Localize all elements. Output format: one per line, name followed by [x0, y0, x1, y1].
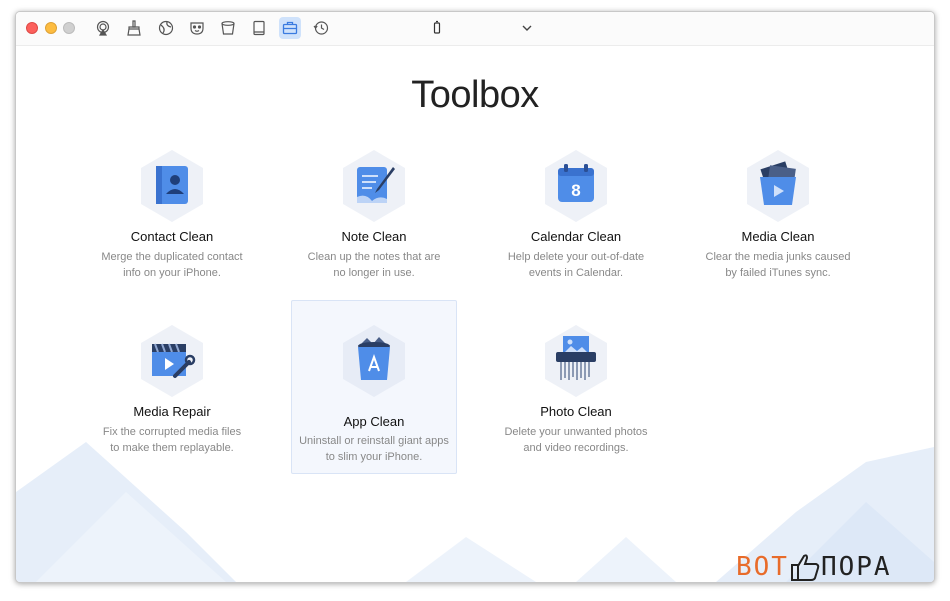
tool-description: Delete your unwanted photos and video re…	[497, 424, 655, 456]
globe-icon[interactable]	[155, 17, 177, 39]
watermark-part1: BOT	[736, 552, 789, 582]
maximize-window-button[interactable]	[63, 22, 75, 34]
tool-contact-clean[interactable]: Contact Clean Merge the duplicated conta…	[89, 149, 255, 321]
tool-photo-clean[interactable]: Photo Clean Delete your unwanted photos …	[493, 324, 659, 496]
thumbs-up-icon	[790, 554, 820, 581]
desc-line: Clean up the notes that are	[307, 251, 441, 263]
desc-line: to make them replayable.	[110, 442, 234, 454]
photo-shredder-icon	[545, 325, 607, 397]
tool-description: Uninstall or reinstall giant apps to sli…	[296, 433, 452, 465]
media-bin-icon	[747, 150, 809, 222]
tool-name: Photo Clean	[540, 404, 612, 419]
tool-description: Clean up the notes that are no longer in…	[295, 249, 453, 281]
broom-icon[interactable]	[123, 17, 145, 39]
phone-icon[interactable]	[426, 17, 448, 39]
tool-name: Contact Clean	[130, 229, 214, 244]
tool-name: Media Repair	[133, 404, 211, 419]
watermark: BOT ПОРА	[736, 552, 892, 582]
note-pen-icon	[343, 150, 405, 222]
tool-media-repair[interactable]: Media Repair Fix the corrupted media fil…	[89, 324, 255, 496]
desc-line: events in Calendar.	[528, 267, 624, 279]
watermark-part2: ПОРА	[820, 552, 892, 582]
desc-line: Help delete your out-of-date	[507, 251, 645, 263]
calendar-icon: 8	[545, 150, 607, 222]
tool-description: Fix the corrupted media files to make th…	[93, 424, 251, 456]
trash-icon[interactable]	[217, 17, 239, 39]
tool-name: Calendar Clean	[530, 229, 622, 244]
desc-line: no longer in use.	[333, 267, 415, 279]
tool-name: App Clean	[343, 414, 405, 429]
page-title: Toolbox	[411, 74, 539, 116]
tool-description: Merge the duplicated contact info on you…	[93, 249, 251, 281]
calendar-day: 8	[571, 181, 580, 200]
desc-line: Uninstall or reinstall giant apps	[299, 435, 449, 447]
desc-line: Fix the corrupted media files	[102, 426, 242, 438]
close-window-button[interactable]	[26, 22, 38, 34]
tool-description: Help delete your out-of-date events in C…	[497, 249, 655, 281]
contact-book-icon	[141, 150, 203, 222]
clock-icon[interactable]	[310, 17, 332, 39]
airplay-icon[interactable]	[92, 17, 114, 39]
desc-line: and video recordings.	[523, 442, 629, 454]
tool-name: Media Clean	[741, 229, 815, 244]
tool-description: Clear the media junks caused by failed i…	[699, 249, 857, 281]
desc-line: info on your iPhone.	[123, 267, 221, 279]
app-window: Toolbox Contact Clean Merge the duplicat…	[15, 11, 935, 583]
title-bar	[16, 12, 934, 46]
tool-name: Note Clean	[341, 229, 407, 244]
tool-calendar-clean[interactable]: 8 Calendar Clean Help delete your out-of…	[493, 149, 659, 321]
video-wrench-icon	[141, 325, 203, 397]
book-icon[interactable]	[248, 17, 270, 39]
desc-line: Merge the duplicated contact	[101, 251, 243, 263]
tool-app-clean[interactable]: App Clean Uninstall or reinstall giant a…	[291, 300, 457, 474]
mask-icon[interactable]	[186, 17, 208, 39]
desc-line: Clear the media junks caused	[705, 251, 851, 263]
tool-media-clean[interactable]: Media Clean Clear the media junks caused…	[695, 149, 861, 321]
chevron-down-icon[interactable]	[516, 17, 538, 39]
toolbox-icon[interactable]	[279, 17, 301, 39]
app-bin-icon	[343, 325, 405, 397]
tool-note-clean[interactable]: Note Clean Clean up the notes that are n…	[291, 149, 457, 321]
desc-line: by failed iTunes sync.	[725, 267, 831, 279]
minimize-window-button[interactable]	[45, 22, 57, 34]
desc-line: to slim your iPhone.	[325, 451, 423, 463]
desc-line: Delete your unwanted photos	[504, 426, 648, 438]
